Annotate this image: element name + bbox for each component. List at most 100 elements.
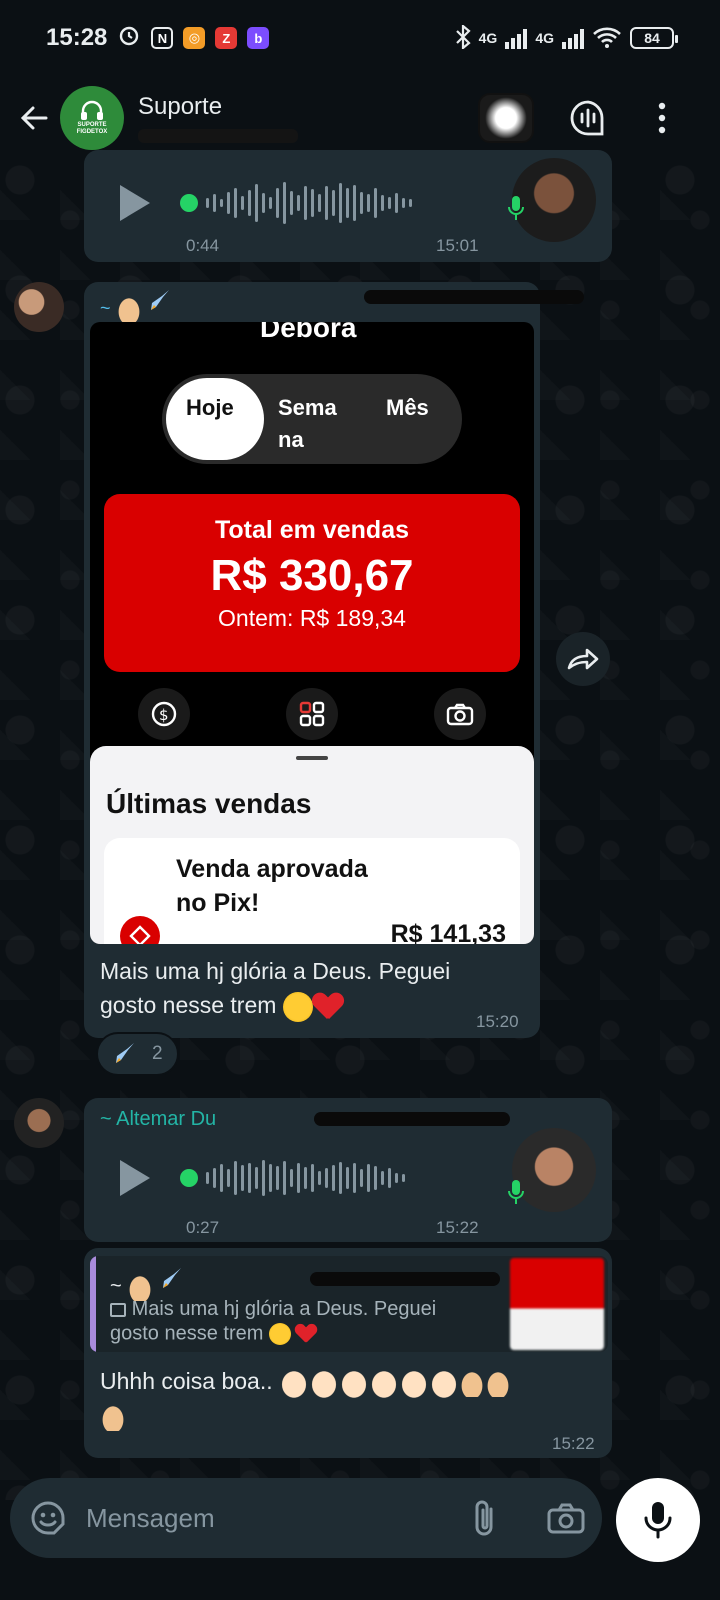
kebab-menu-icon (658, 102, 666, 134)
money-icon: $ (138, 688, 190, 740)
message-time: 15:22 (552, 1434, 595, 1453)
signal-icon (562, 27, 584, 49)
pix-icon (120, 916, 160, 944)
grin-emoji (268, 1323, 291, 1345)
playback-position-dot[interactable] (180, 1169, 198, 1187)
clap-emoji (339, 1367, 370, 1398)
clap-emoji (429, 1367, 460, 1398)
group-avatar-text: SUPORTE FIGDETOX (76, 122, 108, 135)
quoted-message[interactable]: ~ Mais uma hj glória a Deus. Peguei gost… (90, 1256, 608, 1352)
bluetooth-icon (455, 23, 471, 52)
voice-duration: 0:27 (186, 1218, 220, 1237)
grid-icon (286, 688, 338, 740)
reaction-count: 2 (152, 1043, 163, 1064)
audio-wave-icon (570, 100, 604, 136)
message-caption: Mais uma hj glória a Deus. Peguei gosto … (100, 954, 450, 1022)
quoted-text: gosto nesse trem (110, 1320, 321, 1348)
network-label: 4G (535, 30, 554, 46)
voice-message-bubble[interactable]: 0:44 15:01 (84, 150, 612, 262)
message-input[interactable]: Mensagem (86, 1503, 215, 1534)
sale-amount: R$ 141,33 (390, 920, 506, 944)
clap-emoji (309, 1367, 340, 1398)
pray-emoji (100, 1402, 126, 1431)
battery-level: 84 (644, 30, 660, 46)
group-avatar[interactable]: SUPORTE FIGDETOX (60, 86, 124, 150)
period-toggle: Hoje Sema na Mês (162, 374, 462, 464)
message-time: 15:01 (436, 236, 479, 255)
app-notification-icon: ◎ (183, 27, 206, 49)
tab-hoje: Hoje (186, 395, 234, 420)
total-label: Total em vendas (214, 516, 410, 544)
forward-button[interactable] (556, 632, 610, 686)
tab-semana: Sema na (278, 395, 337, 452)
image-icon (110, 1302, 126, 1317)
latest-sales-sheet: Últimas vendas Venda aprovada no Pix! R$… (90, 746, 534, 944)
more-options-button[interactable] (642, 98, 682, 138)
nfc-icon: N (151, 27, 174, 49)
mic-icon (644, 1502, 672, 1539)
play-icon[interactable] (120, 1160, 150, 1196)
clap-emoji (369, 1367, 400, 1398)
message-time: 15:20 (476, 1012, 519, 1031)
redacted-phone (310, 1272, 500, 1286)
back-button[interactable] (6, 90, 62, 146)
sales-screenshot-image[interactable]: Debora Hoje Sema na Mês Total em vendas … (90, 322, 534, 944)
rocket-emoji (150, 290, 169, 310)
mic-icon (508, 196, 524, 220)
sticker-icon[interactable] (28, 1498, 68, 1538)
message-text: Uhhh coisa boa.. (100, 1364, 590, 1432)
clap-emoji (279, 1367, 310, 1398)
back-arrow-icon (20, 106, 48, 130)
header-text[interactable]: Suporte (138, 93, 298, 143)
attach-icon[interactable] (464, 1498, 504, 1538)
screenshot-user-name: Debora (260, 322, 357, 343)
mic-icon (508, 1180, 524, 1204)
heart-emoji (313, 993, 343, 1021)
sender-avatar[interactable] (14, 282, 64, 332)
redacted-phone (314, 1112, 510, 1126)
tab-mes: Mês (386, 395, 429, 420)
quoted-image-thumbnail (510, 1258, 604, 1350)
status-time: 15:28 (46, 24, 108, 51)
play-icon[interactable] (120, 185, 150, 221)
headset-icon (81, 100, 103, 120)
video-call-icon[interactable] (478, 93, 534, 143)
playback-position-dot[interactable] (180, 194, 198, 212)
voice-chat-button[interactable] (568, 98, 608, 138)
status-bar: 15:28 N ◎ Z b 4G 4G 84 (0, 0, 720, 76)
clap-emoji (399, 1367, 430, 1398)
camera-icon (434, 688, 486, 740)
chat-header: SUPORTE FIGDETOX Suporte (0, 76, 720, 160)
pray-emoji (115, 295, 142, 324)
rocket-emoji (162, 1268, 181, 1288)
latest-sales-title: Últimas vendas (106, 788, 312, 819)
sender-avatar[interactable] (14, 1098, 64, 1148)
grin-emoji (282, 991, 313, 1022)
battery-icon: 84 (630, 27, 678, 49)
voice-message-bubble[interactable]: ~ Altemar Du 0:27 15:22 (84, 1098, 612, 1242)
alarm-icon (117, 23, 141, 54)
waveform[interactable] (206, 1160, 405, 1196)
message-time: 15:22 (436, 1218, 479, 1237)
forward-icon (567, 648, 599, 670)
yesterday-value: Ontem: R$ 189,34 (218, 605, 406, 631)
app-notification-icon: Z (215, 27, 238, 49)
camera-icon[interactable] (546, 1498, 586, 1538)
waveform[interactable] (206, 182, 412, 224)
svg-text:$: $ (159, 706, 169, 724)
sender-name: ~ Altemar Du (100, 1108, 217, 1130)
redacted-subtitle (138, 129, 298, 143)
rocket-emoji (116, 1043, 134, 1063)
sender-name: ~ (100, 288, 173, 324)
signal-icon (505, 27, 528, 49)
heart-emoji (295, 1324, 316, 1344)
sale-card: Venda aprovada no Pix! R$ 141,33 (104, 838, 520, 944)
redacted-phone (364, 290, 584, 304)
sender-photo (512, 158, 596, 242)
sender-photo (512, 1128, 596, 1212)
message-composer[interactable]: Mensagem (10, 1478, 602, 1558)
network-label: 4G (478, 30, 498, 46)
record-voice-button[interactable] (616, 1478, 700, 1562)
reaction-chip[interactable]: 2 (96, 1032, 179, 1076)
total-value: R$ 330,67 (210, 551, 414, 600)
